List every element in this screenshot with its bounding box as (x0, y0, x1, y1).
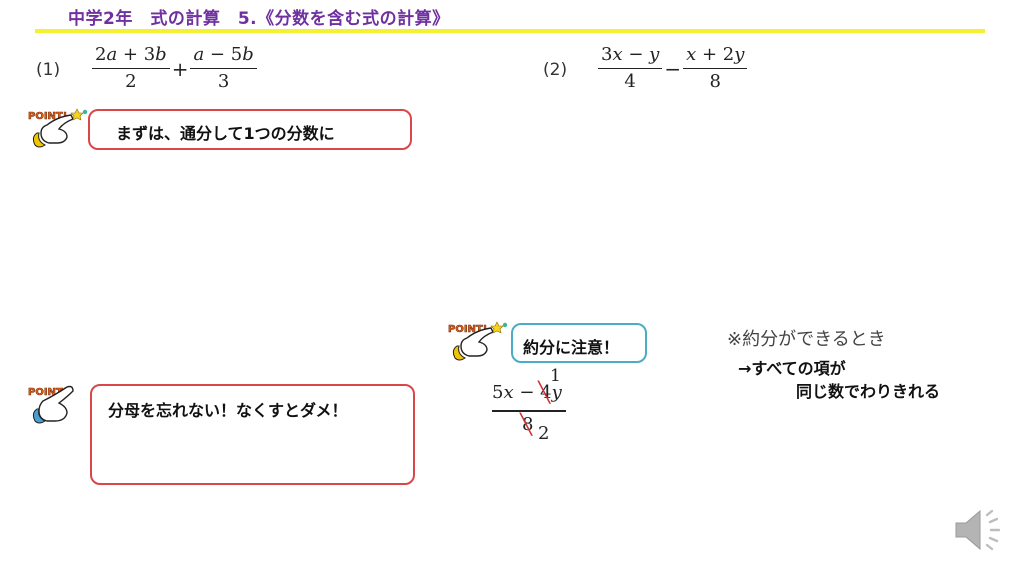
numerator: 2a + 3b (92, 44, 170, 69)
point-1-box: まずは、通分して1つの分数に (88, 109, 412, 150)
operator: + (171, 56, 189, 81)
problem-2-expression: 3x − y 4 − x + 2y 8 (598, 44, 748, 93)
note-line-3: 同じ数でわりきれる (796, 382, 941, 401)
strike-mark: ╲ (538, 380, 551, 404)
fraction-1: 2a + 3b 2 (92, 44, 170, 93)
operator: − (664, 56, 682, 81)
note-line-1: ※約分ができるとき (727, 329, 886, 350)
reduced-numerator-coefficient: 1 (550, 366, 561, 386)
crossed-denominator: 8 ╲ (520, 412, 534, 436)
denominator: 4 (624, 71, 636, 92)
fraction-1: 3x − y 4 (598, 44, 663, 93)
point-2-icon: POINT! (447, 320, 509, 368)
speaker-icon[interactable] (952, 505, 1008, 555)
problem-1-expression: 2a + 3b 2 + a − 5b 3 (92, 44, 257, 93)
problem-2-number: (2) (543, 60, 568, 80)
page-title: 中学2年 式の計算 5.《分数を含む式の計算》 (68, 9, 450, 29)
reduction-example: 5x − 4 ╲ y 1 8 ╲ 2 (488, 366, 578, 448)
point-3-box: 分母を忘れない！なくすとダメ！ (90, 384, 415, 485)
point-pointing-hand-icon: POINT! (448, 321, 508, 361)
problem-1-number: (1) (36, 60, 61, 80)
title-underline (35, 29, 985, 33)
strike-mark: ╲ (520, 412, 533, 436)
denominator: 8 (709, 71, 721, 92)
point-2-box: 約分に注意！ (511, 323, 647, 363)
fraction-2: x + 2y 8 (683, 44, 748, 93)
denominator: 2 (125, 71, 137, 92)
audio-button[interactable] (952, 505, 1008, 559)
reduced-denominator: 2 (538, 423, 550, 444)
point-pointing-hand-icon: POINT! (28, 385, 74, 424)
numerator: a − 5b (190, 44, 257, 69)
numerator: 3x − y (598, 44, 663, 69)
point-2-text: 約分に注意！ (523, 338, 620, 357)
numerator: x + 2y (683, 44, 748, 69)
note-line-2: →すべての項が (738, 359, 846, 378)
point-3-text: 分母を忘れない！なくすとダメ！ (108, 401, 348, 420)
denominator: 3 (217, 71, 230, 92)
point-pointing-hand-icon: POINT! (28, 108, 88, 148)
point-1-icon: POINT! (27, 107, 89, 155)
point-3-icon: POINT! (27, 383, 89, 431)
fraction-2: a − 5b 3 (190, 44, 257, 93)
point-1-text: まずは、通分して1つの分数に (116, 124, 335, 143)
